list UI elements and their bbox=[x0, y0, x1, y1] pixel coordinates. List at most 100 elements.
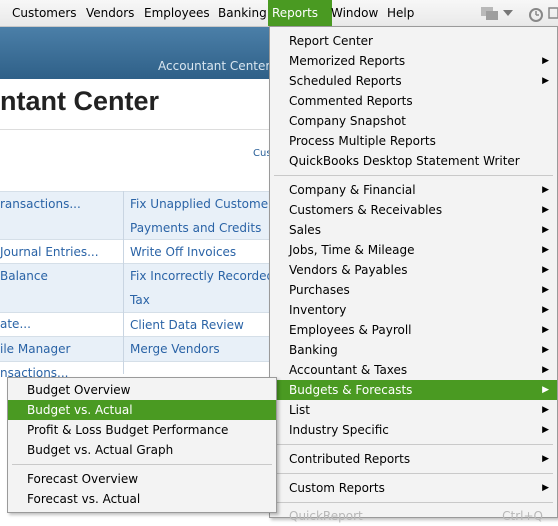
menu-item-label: QuickBooks Desktop Statement Writer bbox=[289, 154, 520, 168]
menu-item-list[interactable]: List ▶ bbox=[270, 400, 557, 420]
menu-employees[interactable]: Employees bbox=[140, 0, 214, 26]
menu-item-report-center[interactable]: Report Center bbox=[270, 31, 557, 51]
menu-item-vendors-payables[interactable]: Vendors & Payables ▶ bbox=[270, 260, 557, 280]
menu-item-contributed-reports[interactable]: Contributed Reports ▶ bbox=[270, 449, 557, 469]
task-link[interactable]: Write Off Invoices bbox=[130, 240, 236, 264]
menu-item-custom-reports[interactable]: Custom Reports ▶ bbox=[270, 478, 557, 498]
menu-item-label: Scheduled Reports bbox=[289, 74, 402, 88]
menu-item-accountant-taxes[interactable]: Accountant & Taxes ▶ bbox=[270, 360, 557, 380]
menu-item-employees-payroll[interactable]: Employees & Payroll ▶ bbox=[270, 320, 557, 340]
task-link[interactable]: Payments and Credits bbox=[130, 216, 261, 240]
submenu-item-forecast-vs-actual[interactable]: Forecast vs. Actual bbox=[8, 489, 276, 509]
submenu-arrow-icon: ▶ bbox=[542, 305, 549, 315]
menu-item-label: Contributed Reports bbox=[289, 452, 411, 466]
submenu-arrow-icon: ▶ bbox=[542, 245, 549, 255]
task-link[interactable]: ile Manager bbox=[0, 337, 70, 361]
divider bbox=[0, 129, 270, 130]
menu-separator bbox=[274, 444, 553, 445]
menu-item-banking[interactable]: Banking ▶ bbox=[270, 340, 557, 360]
submenu-item-forecast-overview[interactable]: Forecast Overview bbox=[8, 469, 276, 489]
submenu-arrow-icon: ▶ bbox=[542, 56, 549, 66]
menu-item-budgets-forecasts[interactable]: Budgets & Forecasts ▶ bbox=[270, 380, 557, 400]
submenu-arrow-icon: ▶ bbox=[542, 325, 549, 335]
submenu-arrow-icon: ▶ bbox=[542, 345, 549, 355]
submenu-arrow-icon: ▶ bbox=[542, 265, 549, 275]
submenu-arrow-icon: ▶ bbox=[542, 365, 549, 375]
menu-item-scheduled-reports[interactable]: Scheduled Reports ▶ bbox=[270, 71, 557, 91]
menu-item-company-snapshot[interactable]: Company Snapshot bbox=[270, 111, 557, 131]
menu-item-label: QuickReport bbox=[289, 509, 363, 523]
menu-help[interactable]: Help bbox=[383, 0, 418, 26]
menu-item-label: Jobs, Time & Mileage bbox=[289, 243, 415, 257]
menu-item-industry-specific[interactable]: Industry Specific ▶ bbox=[270, 420, 557, 440]
menu-item-company-financial[interactable]: Company & Financial ▶ bbox=[270, 180, 557, 200]
submenu-item-budget-vs-actual[interactable]: Budget vs. Actual bbox=[8, 400, 276, 420]
menu-item-label: Process Multiple Reports bbox=[289, 134, 436, 148]
menu-separator bbox=[274, 175, 553, 176]
task-link[interactable]: Fix Incorrectly Recorded bbox=[130, 264, 274, 288]
menu-item-label: Banking bbox=[289, 343, 338, 357]
alarm-clock-icon[interactable] bbox=[527, 5, 545, 23]
menu-item-label: Company Snapshot bbox=[289, 114, 406, 128]
task-link[interactable]: Tax bbox=[130, 288, 150, 312]
menu-item-process-multiple-reports[interactable]: Process Multiple Reports bbox=[270, 131, 557, 151]
task-link[interactable]: ransactions... bbox=[0, 192, 81, 216]
menu-item-shortcut: Ctrl+Q bbox=[502, 509, 543, 523]
submenu-arrow-icon: ▶ bbox=[542, 76, 549, 86]
menu-item-quickreport[interactable]: QuickReport Ctrl+Q bbox=[270, 506, 557, 526]
menu-item-memorized-reports[interactable]: Memorized Reports ▶ bbox=[270, 51, 557, 71]
menu-separator bbox=[274, 473, 553, 474]
menu-customers[interactable]: Customers bbox=[8, 0, 81, 26]
menu-item-label: Company & Financial bbox=[289, 183, 416, 197]
task-link[interactable]: Fix Unapplied Customer bbox=[130, 192, 273, 216]
grid-divider bbox=[123, 191, 124, 374]
menu-window[interactable]: Window bbox=[327, 0, 382, 26]
budgets-forecasts-submenu: Budget Overview Budget vs. Actual Profit… bbox=[7, 377, 277, 513]
menu-item-label: Inventory bbox=[289, 303, 347, 317]
menu-bar: Customers Vendors Employees Banking Repo… bbox=[0, 0, 558, 27]
menu-reports[interactable]: Reports bbox=[268, 0, 332, 26]
menu-item-purchases[interactable]: Purchases ▶ bbox=[270, 280, 557, 300]
menu-item-label: Employees & Payroll bbox=[289, 323, 412, 337]
task-link[interactable]: Client Data Review bbox=[130, 313, 244, 337]
menu-item-label: Sales bbox=[289, 223, 321, 237]
submenu-arrow-icon: ▶ bbox=[542, 405, 549, 415]
submenu-item-budget-overview[interactable]: Budget Overview bbox=[8, 380, 276, 400]
submenu-arrow-icon: ▶ bbox=[542, 285, 549, 295]
menu-item-label: Commented Reports bbox=[289, 94, 413, 108]
menu-banking[interactable]: Banking bbox=[214, 0, 271, 26]
window-title: Accountant Center bbox=[158, 59, 271, 73]
menu-item-commented-reports[interactable]: Commented Reports bbox=[270, 91, 557, 111]
submenu-arrow-icon: ▶ bbox=[542, 425, 549, 435]
menu-item-label: Report Center bbox=[289, 34, 373, 48]
page-title: ntant Center bbox=[0, 86, 160, 116]
screen-icon[interactable] bbox=[480, 5, 500, 21]
submenu-arrow-icon: ▶ bbox=[542, 185, 549, 195]
menu-item-sales[interactable]: Sales ▶ bbox=[270, 220, 557, 240]
submenu-item-pl-budget-performance[interactable]: Profit & Loss Budget Performance bbox=[8, 420, 276, 440]
chevron-down-icon[interactable] bbox=[503, 10, 513, 18]
submenu-arrow-icon: ▶ bbox=[542, 225, 549, 235]
menu-item-statement-writer[interactable]: QuickBooks Desktop Statement Writer bbox=[270, 151, 557, 171]
menu-item-label: Purchases bbox=[289, 283, 350, 297]
menu-item-label: List bbox=[289, 403, 310, 417]
task-link[interactable]: Journal Entries... bbox=[0, 240, 99, 264]
menu-item-jobs-time-mileage[interactable]: Jobs, Time & Mileage ▶ bbox=[270, 240, 557, 260]
reports-menu: Report Center Memorized Reports ▶ Schedul… bbox=[269, 26, 558, 523]
menu-item-customers-receivables[interactable]: Customers & Receivables ▶ bbox=[270, 200, 557, 220]
window-control-icon[interactable] bbox=[548, 5, 558, 21]
menu-item-label: Budgets & Forecasts bbox=[289, 383, 413, 397]
submenu-arrow-icon: ▶ bbox=[542, 205, 549, 215]
submenu-item-budget-vs-actual-graph[interactable]: Budget vs. Actual Graph bbox=[8, 440, 276, 460]
submenu-separator bbox=[12, 464, 272, 465]
task-link[interactable]: Merge Vendors bbox=[130, 337, 220, 361]
menu-item-label: Memorized Reports bbox=[289, 54, 406, 68]
menu-item-label: Customers & Receivables bbox=[289, 203, 443, 217]
submenu-arrow-icon: ▶ bbox=[542, 385, 549, 395]
menu-item-label: Vendors & Payables bbox=[289, 263, 408, 277]
menu-vendors[interactable]: Vendors bbox=[82, 0, 138, 26]
submenu-arrow-icon: ▶ bbox=[542, 483, 549, 493]
menu-item-inventory[interactable]: Inventory ▶ bbox=[270, 300, 557, 320]
task-link[interactable]: ate... bbox=[0, 312, 31, 336]
task-link[interactable]: Balance bbox=[0, 264, 48, 288]
